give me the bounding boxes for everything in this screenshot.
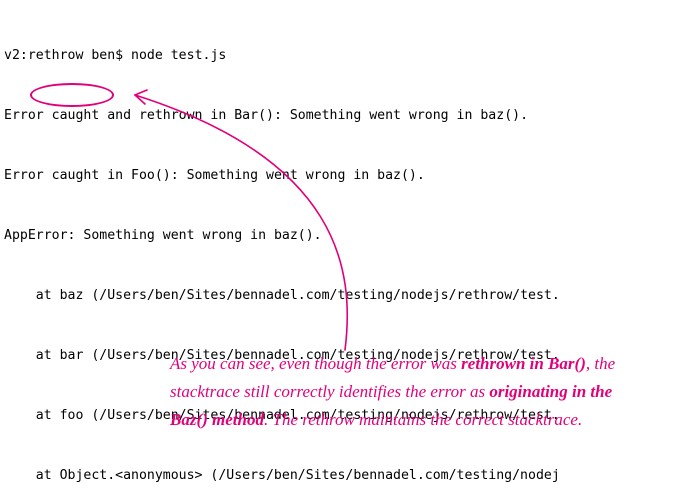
output-line: Error caught and rethrown in Bar(): Some… bbox=[4, 106, 696, 126]
note-segment: As you can see, even though the error wa… bbox=[170, 354, 461, 373]
output-line: AppError: Something went wrong in baz(). bbox=[4, 226, 696, 246]
stack-line: at Object.<anonymous> (/Users/ben/Sites/… bbox=[4, 466, 696, 486]
command-text: node test.js bbox=[131, 48, 226, 63]
note-bold-segment: rethrown in Bar() bbox=[461, 354, 586, 373]
note-segment: . The rethrow maintains the correct stac… bbox=[264, 410, 582, 429]
annotation-text: As you can see, even though the error wa… bbox=[170, 350, 640, 434]
prompt-line-1: v2:rethrow ben$ node test.js bbox=[4, 46, 696, 66]
stack-at-baz: at baz ( bbox=[36, 288, 100, 303]
stack-path: /Users/ben/Sites/bennadel.com/testing/no… bbox=[99, 288, 560, 303]
prompt-prefix: v2:rethrow ben$ bbox=[4, 48, 131, 63]
output-line: Error caught in Foo(): Something went wr… bbox=[4, 166, 696, 186]
stack-line-baz: at baz (/Users/ben/Sites/bennadel.com/te… bbox=[4, 286, 696, 306]
